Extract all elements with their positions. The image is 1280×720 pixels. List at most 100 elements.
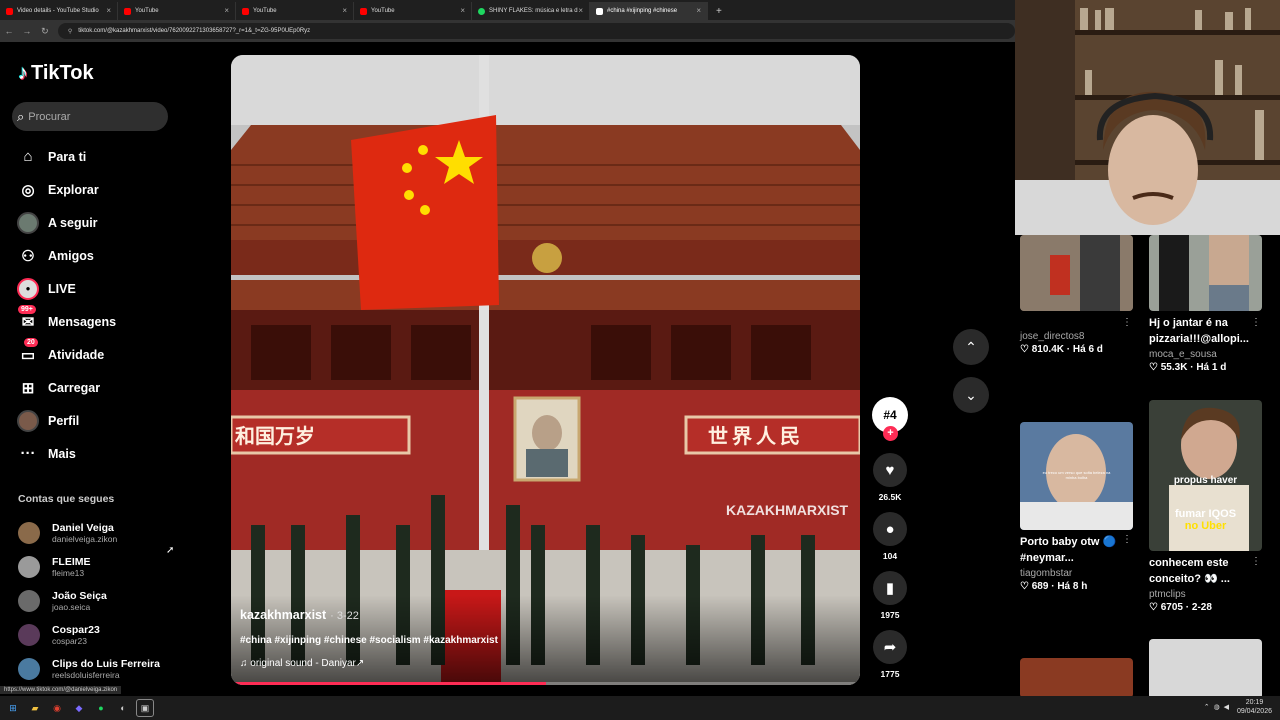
video-card[interactable]: eu treco um verso que solta beleza na mi… (1020, 422, 1134, 592)
following-item[interactable]: Clips do Luis Ferreira reelsdoluisferreir… (18, 652, 168, 686)
chevron-down-icon: ⌄ (965, 386, 977, 403)
following-item[interactable]: Daniel Veiga danielveiga.zikon (18, 516, 168, 550)
speaker-icon[interactable]: ◀ (1224, 703, 1229, 711)
video-card[interactable]: jose_directos8 ♡ 810.4K · Há 6 d ⋮ (1020, 235, 1134, 355)
tiktok-logo[interactable]: ♪ TikTok (18, 62, 94, 85)
browser-tab[interactable]: SHINY FLAKES: música e letra d × (472, 2, 590, 20)
logo-text: TikTok (31, 62, 94, 84)
sidebar-item-a-seguir[interactable]: A seguir (16, 206, 166, 239)
account-name: Clips do Luis Ferreira (52, 658, 160, 670)
reload-icon[interactable]: ↻ (36, 26, 54, 37)
video-thumbnail[interactable] (1020, 235, 1133, 311)
discord-icon[interactable]: ◆ (70, 699, 88, 717)
windows-start-icon[interactable]: ⊞ (4, 699, 22, 717)
card-user[interactable]: tiagombstar (1020, 568, 1134, 579)
close-icon[interactable]: × (460, 6, 465, 15)
spotify-icon[interactable]: ● (92, 699, 110, 717)
close-icon[interactable]: × (224, 6, 229, 15)
more-options-icon[interactable]: ⋮ (1122, 317, 1132, 328)
chrome-icon[interactable]: ◉ (48, 699, 66, 717)
clock[interactable]: 20:19 09/04/2026 (1237, 698, 1272, 716)
card-stats: ♡ 6705 · 2-28 (1149, 602, 1212, 613)
forward-icon[interactable]: → (18, 26, 36, 36)
share-action[interactable]: ➦ 1775 (870, 630, 910, 679)
sidebar-item-mais[interactable]: ··· Mais (16, 437, 166, 470)
sidebar-item-amigos[interactable]: ⚇ Amigos (16, 239, 166, 272)
sidebar-item-perfil[interactable]: Perfil (16, 404, 166, 437)
like-action[interactable]: ♥ 26.5K (870, 453, 910, 502)
app-icon[interactable]: ▣ (136, 699, 154, 717)
browser-tab[interactable]: YouTube × (118, 2, 236, 20)
close-icon[interactable]: × (578, 6, 583, 15)
video-hashtags[interactable]: #china #xijinping #chinese #socialism #k… (240, 635, 498, 646)
sidebar-item-mensagens[interactable]: ✉ 99+ Mensagens (16, 305, 166, 338)
browser-tab[interactable]: Video details - YouTube Studio × (0, 2, 118, 20)
following-item[interactable]: João Seiça joao.seica (18, 584, 168, 618)
following-item[interactable]: FLEIME fleime13 (18, 550, 168, 584)
url-field[interactable]: ⚲ tiktok.com/@kazakhmarxist/video/7620092… (57, 23, 1016, 39)
save-action[interactable]: ▮ 1975 (870, 571, 910, 620)
bookmark-icon[interactable]: ▮ (873, 571, 907, 605)
previous-video-button[interactable]: ⌃ (953, 329, 989, 365)
more-options-icon[interactable]: ⋮ (1251, 556, 1261, 567)
video-sound[interactable]: ♫ original sound - Daniyar↗ (240, 658, 364, 669)
chevron-up-icon[interactable]: ⌃ (1204, 703, 1210, 711)
video-card[interactable]: propus haver fumar IQOS no Uber conhecem… (1149, 400, 1263, 613)
video-author[interactable]: kazakhmarxist (240, 608, 326, 622)
card-title[interactable]: conhecem este conceito? 👀 ... (1149, 555, 1263, 587)
browser-tab[interactable]: YouTube × (354, 2, 472, 20)
card-user[interactable]: moca_e_sousa (1149, 349, 1263, 360)
card-user[interactable]: ptmclips (1149, 589, 1263, 600)
youtube-icon (124, 7, 131, 15)
video-thumbnail[interactable] (1020, 658, 1133, 696)
heart-icon[interactable]: ♥ (873, 453, 907, 487)
menu-label: A seguir (48, 215, 98, 230)
sidebar-item-carregar[interactable]: ⊞ Carregar (16, 371, 166, 404)
comment-icon[interactable]: ● (873, 512, 907, 546)
search-input[interactable]: ⌕ Procurar (12, 102, 168, 131)
more-options-icon[interactable]: ⋮ (1122, 534, 1132, 545)
file-explorer-icon[interactable]: ▰ (26, 699, 44, 717)
follow-plus-icon[interactable]: + (883, 426, 898, 441)
card-title[interactable]: Hj o jantar é na pizzaria!!!@allopi... (1149, 315, 1263, 347)
video-thumbnail[interactable] (1149, 235, 1262, 311)
video-progress-bar[interactable] (231, 682, 860, 685)
banner-left: 和国万岁 (235, 426, 315, 448)
video-card[interactable] (1020, 658, 1134, 696)
share-icon[interactable]: ➦ (873, 630, 907, 664)
close-icon[interactable]: × (696, 6, 701, 15)
video-thumbnail[interactable]: eu treco um verso que solta beleza na mi… (1020, 422, 1133, 530)
sound-name: original sound - Daniyar (250, 658, 356, 669)
close-icon[interactable]: × (106, 6, 111, 15)
back-icon[interactable]: ← (0, 26, 18, 36)
close-icon[interactable]: × (342, 6, 347, 15)
more-options-icon[interactable]: ⋮ (1251, 317, 1261, 328)
next-video-button[interactable]: ⌄ (953, 377, 989, 413)
video-card[interactable]: Hj o jantar é na pizzaria!!!@allopi... m… (1149, 235, 1263, 373)
avatar (18, 556, 40, 578)
browser-tab[interactable]: YouTube × (236, 2, 354, 20)
network-icon[interactable]: ◍ (1214, 703, 1220, 711)
account-name: João Seiça (52, 590, 107, 602)
browser-tab-active[interactable]: #china #xijinping #chinese × (590, 2, 708, 20)
menu-label: Atividade (48, 347, 105, 362)
sidebar-item-explorar[interactable]: ◎ Explorar (16, 173, 166, 206)
video-player[interactable]: KAZAKHMARXIST 和国万岁 世界人民 kazakhmarxist · 3… (231, 55, 860, 685)
card-user[interactable]: jose_directos8 (1020, 331, 1134, 342)
sidebar-item-para-ti[interactable]: ⌂ Para ti (16, 140, 166, 173)
following-item[interactable]: Cospar23 cospar23 (18, 618, 168, 652)
video-thumbnail[interactable]: propus haver fumar IQOS no Uber (1149, 400, 1262, 551)
sidebar-item-atividade[interactable]: ▭ 20 Atividade (16, 338, 166, 371)
author-avatar[interactable]: #4 + (872, 397, 908, 441)
sidebar-item-live[interactable]: ● LIVE (16, 272, 166, 305)
youtube-icon (360, 7, 367, 15)
video-thumbnail[interactable] (1149, 639, 1262, 696)
comment-action[interactable]: ● 104 (870, 512, 910, 561)
card-title[interactable]: Porto baby otw 🔵 #neymar... (1020, 534, 1134, 566)
video-card[interactable] (1149, 639, 1263, 696)
card-stats: ♡ 55.3K · Há 1 d (1149, 362, 1227, 373)
site-info-icon[interactable]: ⚲ (68, 28, 72, 35)
steam-icon[interactable]: ◐ (114, 699, 132, 717)
new-tab-button[interactable]: + (716, 6, 722, 17)
home-icon: ⌂ (23, 148, 33, 165)
